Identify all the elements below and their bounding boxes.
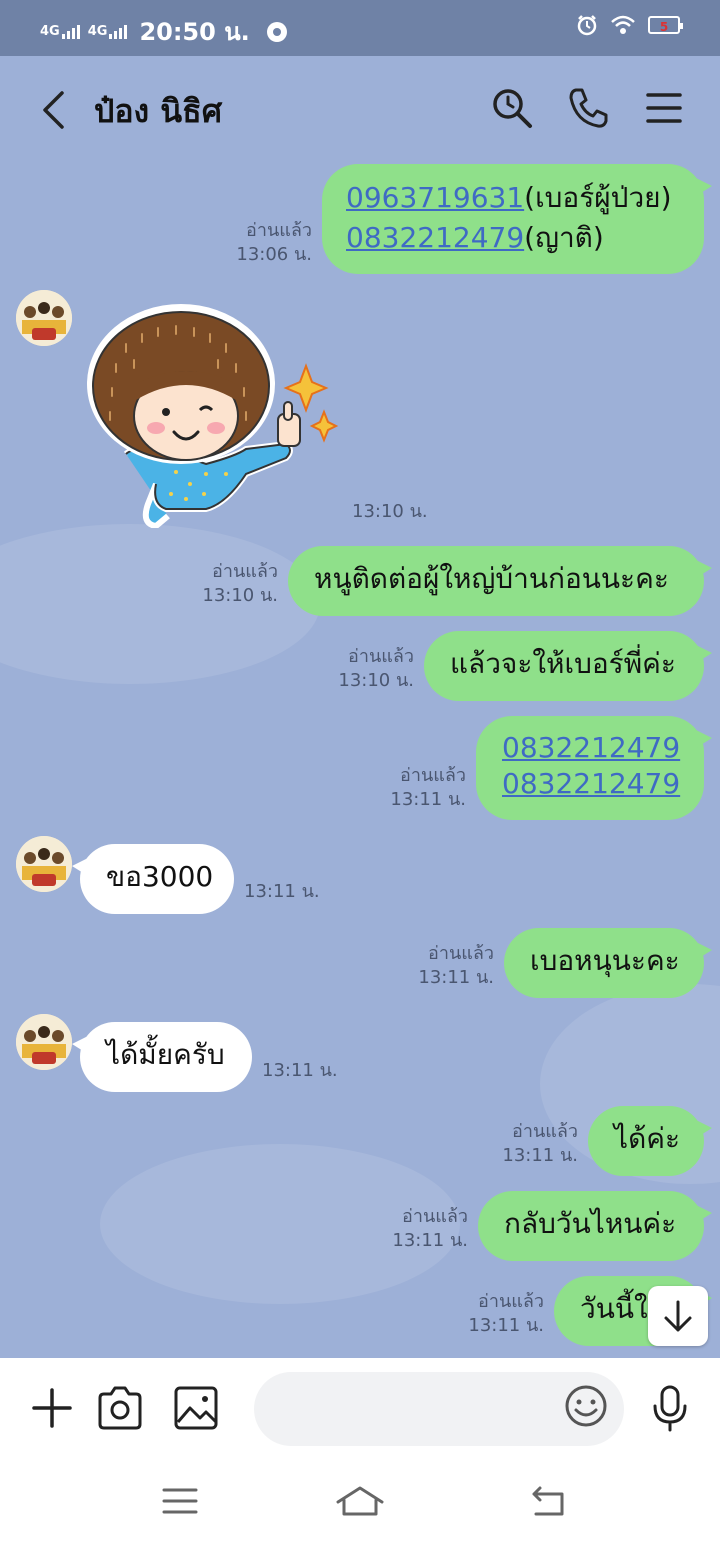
message-time: 13:10 น. xyxy=(338,670,414,691)
message-text: แล้วจะให้เบอร์พี่ค่ะ xyxy=(450,647,676,680)
message-input-bar xyxy=(0,1358,720,1458)
read-receipt: อ่านแล้ว xyxy=(212,561,278,582)
menu-icon[interactable] xyxy=(642,86,686,130)
avatar[interactable] xyxy=(16,290,72,346)
microphone-icon[interactable] xyxy=(646,1384,694,1432)
phone-link[interactable]: 0963719631 xyxy=(346,181,524,214)
arrow-down-icon xyxy=(664,1300,692,1332)
emoji-icon[interactable] xyxy=(562,1382,610,1430)
message-bubble-out[interactable]: 0832212479 0832212479 xyxy=(476,716,712,820)
network-type-label: 4G xyxy=(87,24,108,39)
signal-bars-icon xyxy=(61,25,80,39)
chrome-icon xyxy=(266,21,287,42)
status-time: 20:50 น. xyxy=(139,18,250,46)
message-meta: อ่านแล้ว 13:10 น. xyxy=(176,560,278,608)
search-icon[interactable] xyxy=(490,86,534,130)
read-receipt: อ่านแล้ว xyxy=(428,943,494,964)
back-arrow-icon[interactable] xyxy=(36,90,72,130)
message-bubble-in[interactable]: ขอ3000 xyxy=(72,844,234,914)
message-line: 0832212479 xyxy=(502,730,680,766)
chat-header: ป๋อง นิธิศ xyxy=(0,56,720,164)
read-receipt: อ่านแล้ว xyxy=(246,220,312,241)
message-meta: อ่านแล้ว 13:11 น. xyxy=(392,942,494,990)
message-meta: อ่านแล้ว 13:11 น. xyxy=(476,1120,578,1168)
back-nav-icon[interactable] xyxy=(528,1484,568,1518)
alarm-icon xyxy=(577,15,597,36)
message-bubble-out[interactable]: ได้ค่ะ xyxy=(588,1106,712,1176)
message-time: 13:10 น. xyxy=(352,501,428,522)
avatar-group-photo-icon xyxy=(16,1014,72,1070)
read-receipt: อ่านแล้ว xyxy=(400,765,466,786)
message-time: 13:11 น. xyxy=(244,881,320,902)
message-line: 0832212479(ญาติ) xyxy=(346,218,680,258)
plus-icon[interactable] xyxy=(28,1384,76,1432)
avatar[interactable] xyxy=(16,836,72,892)
chat-title: ป๋อง นิธิศ xyxy=(94,92,223,130)
message-text: ได้ค่ะ xyxy=(614,1122,681,1155)
message-meta: 13:11 น. xyxy=(244,880,320,904)
scroll-to-bottom-button[interactable] xyxy=(648,1286,708,1346)
message-text: (ญาติ) xyxy=(524,221,604,254)
recent-apps-icon[interactable] xyxy=(160,1484,200,1518)
thumbs-up-girl-sticker[interactable] xyxy=(86,304,340,528)
message-text: วันนี้ใ xyxy=(580,1292,648,1325)
message-text: หนูติดต่อผู้ใหญ่บ้านก่อนนะคะ xyxy=(314,562,669,595)
message-text: (เบอร์ผู้ป่วย) xyxy=(524,181,672,214)
message-bubble-in[interactable]: ได้มั้ยครับ xyxy=(72,1022,252,1092)
phone-link[interactable]: 0832212479 xyxy=(346,221,524,254)
phone-link[interactable]: 0832212479 xyxy=(502,731,680,764)
message-text: ขอ3000 xyxy=(106,860,214,893)
message-meta: อ่านแล้ว 13:06 น. xyxy=(210,219,312,267)
signal-bars-icon xyxy=(109,25,128,39)
message-meta: 13:10 น. xyxy=(352,500,428,524)
message-text: ได้มั้ยครับ xyxy=(106,1038,225,1071)
image-icon[interactable] xyxy=(172,1384,220,1432)
status-bar: 4G 4G 20:50 น. 5 xyxy=(0,0,720,56)
avatar-group-photo-icon xyxy=(16,290,72,346)
message-meta: อ่านแล้ว 13:10 น. xyxy=(312,645,414,693)
battery-level: 5 xyxy=(659,20,669,34)
message-text: กลับวันไหนค่ะ xyxy=(504,1207,677,1240)
message-meta: อ่านแล้ว 13:11 น. xyxy=(366,1205,468,1253)
message-bubble-out[interactable]: แล้วจะให้เบอร์พี่ค่ะ xyxy=(424,631,712,701)
phone-icon[interactable] xyxy=(566,86,610,130)
message-bubble-out[interactable]: 0963719631(เบอร์ผู้ป่วย) 0832212479(ญาติ… xyxy=(322,164,712,274)
network-type-label: 4G xyxy=(40,24,60,39)
message-line: 0832212479 xyxy=(502,766,680,802)
battery-icon: 5 xyxy=(648,16,683,34)
message-line: 0963719631(เบอร์ผู้ป่วย) xyxy=(346,178,680,218)
message-bubble-out[interactable]: กลับวันไหนค่ะ xyxy=(478,1191,712,1261)
message-time: 13:11 น. xyxy=(502,1145,578,1166)
camera-icon[interactable] xyxy=(96,1384,144,1432)
message-time: 13:11 น. xyxy=(468,1315,544,1336)
phone-link[interactable]: 0832212479 xyxy=(502,767,680,800)
message-time: 13:06 น. xyxy=(236,244,312,265)
message-time: 13:11 น. xyxy=(262,1060,338,1081)
wifi-icon xyxy=(611,15,635,34)
message-bubble-out[interactable]: เบอหนุนะคะ xyxy=(504,928,712,998)
status-right: 5 xyxy=(576,14,683,36)
avatar-group-photo-icon xyxy=(16,836,72,892)
message-time: 13:11 น. xyxy=(390,789,466,810)
home-icon[interactable] xyxy=(336,1484,384,1518)
message-meta: อ่านแล้ว 13:11 น. xyxy=(442,1290,544,1338)
avatar[interactable] xyxy=(16,1014,72,1070)
chat-area[interactable]: อ่านแล้ว 13:06 น. 0963719631(เบอร์ผู้ป่ว… xyxy=(0,164,720,1358)
message-bubble-out[interactable]: หนูติดต่อผู้ใหญ่บ้านก่อนนะคะ xyxy=(288,546,712,616)
read-receipt: อ่านแล้ว xyxy=(348,646,414,667)
read-receipt: อ่านแล้ว xyxy=(512,1121,578,1142)
system-nav-bar xyxy=(0,1458,720,1544)
message-meta: อ่านแล้ว 13:11 น. xyxy=(364,764,466,812)
message-time: 13:11 น. xyxy=(392,1230,468,1251)
message-text: เบอหนุนะคะ xyxy=(530,944,680,977)
message-meta: 13:11 น. xyxy=(262,1059,338,1083)
signal-2: 4G xyxy=(88,24,128,39)
status-left: 4G 4G 20:50 น. xyxy=(40,12,288,51)
read-receipt: อ่านแล้ว xyxy=(478,1291,544,1312)
message-time: 13:10 น. xyxy=(202,585,278,606)
signal-1: 4G xyxy=(40,24,80,39)
read-receipt: อ่านแล้ว xyxy=(402,1206,468,1227)
message-time: 13:11 น. xyxy=(418,967,494,988)
